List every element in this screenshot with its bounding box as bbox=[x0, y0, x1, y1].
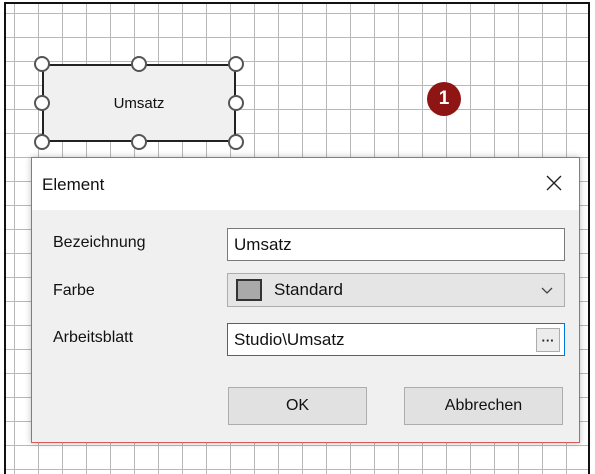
resize-handle-top-right[interactable] bbox=[228, 56, 244, 72]
arbeitsblatt-input[interactable]: Studio\Umsatz ··· bbox=[227, 323, 565, 356]
bezeichnung-input[interactable]: Umsatz bbox=[227, 228, 565, 261]
arbeitsblatt-label: Arbeitsblatt bbox=[53, 329, 134, 346]
resize-handle-right[interactable] bbox=[228, 95, 244, 111]
farbe-value: Standard bbox=[274, 280, 343, 299]
farbe-label: Farbe bbox=[53, 282, 95, 299]
arbeitsblatt-value: Studio\Umsatz bbox=[234, 329, 345, 349]
resize-handle-left[interactable] bbox=[34, 95, 50, 111]
resize-handle-top-left[interactable] bbox=[34, 56, 50, 72]
element-label: Umsatz bbox=[113, 94, 165, 112]
dialog-titlebar: Element bbox=[32, 158, 579, 210]
bezeichnung-label: Bezeichnung bbox=[53, 234, 146, 251]
color-swatch bbox=[236, 279, 262, 301]
cancel-button[interactable]: Abbrechen bbox=[404, 387, 563, 425]
close-button[interactable] bbox=[541, 170, 567, 196]
resize-handle-bottom-right[interactable] bbox=[228, 134, 244, 150]
close-icon bbox=[546, 175, 562, 191]
farbe-select[interactable]: Standard bbox=[227, 273, 565, 307]
resize-handle-bottom[interactable] bbox=[131, 134, 147, 150]
bezeichnung-value: Umsatz bbox=[234, 234, 292, 254]
dialog-title: Element bbox=[42, 175, 105, 194]
browse-button[interactable]: ··· bbox=[536, 328, 560, 352]
ok-button[interactable]: OK bbox=[228, 387, 367, 425]
diagram-element-umsatz[interactable]: Umsatz bbox=[42, 64, 236, 142]
chevron-down-icon bbox=[541, 287, 553, 294]
element-dialog: Element Bezeichnung Umsatz Farbe Standar… bbox=[31, 157, 580, 443]
resize-handle-bottom-left[interactable] bbox=[34, 134, 50, 150]
resize-handle-top[interactable] bbox=[131, 56, 147, 72]
callout-marker: 1 bbox=[427, 82, 461, 116]
